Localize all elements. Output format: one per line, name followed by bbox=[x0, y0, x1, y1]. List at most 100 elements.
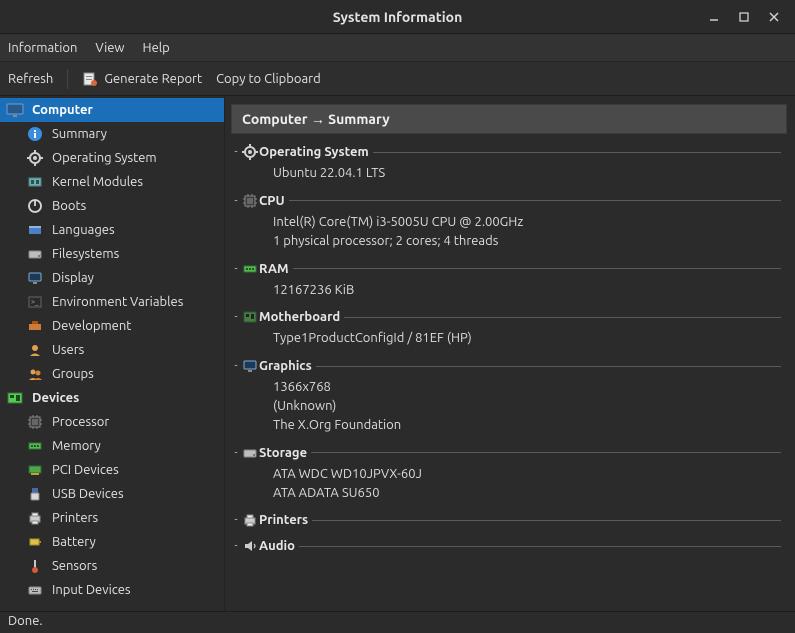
expander-icon[interactable]: - bbox=[231, 447, 241, 459]
sidebar-item-label: Development bbox=[52, 319, 131, 333]
sidebar-item-label: USB Devices bbox=[52, 487, 124, 501]
section-title: Storage bbox=[259, 446, 307, 460]
section-header[interactable]: - Printers bbox=[231, 512, 787, 528]
copy-clipboard-button[interactable]: Copy to Clipboard bbox=[216, 72, 321, 86]
disk-icon bbox=[26, 246, 44, 262]
section-value: 1366x768 bbox=[273, 378, 787, 397]
flag-icon bbox=[26, 222, 44, 238]
main-panel[interactable]: Computer → Summary - Operating System Ub… bbox=[225, 96, 795, 611]
section-value: (Unknown) bbox=[273, 397, 787, 416]
ram-icon bbox=[26, 438, 44, 454]
status-text: Done. bbox=[8, 614, 43, 628]
sidebar-item-groups[interactable]: Groups bbox=[0, 362, 224, 386]
minimize-icon bbox=[709, 12, 719, 22]
sidebar-item-usb-devices[interactable]: USB Devices bbox=[0, 482, 224, 506]
sidebar-item-input-devices[interactable]: Input Devices bbox=[0, 578, 224, 602]
section-value: 12167236 KiB bbox=[273, 281, 787, 300]
expander-icon[interactable]: - bbox=[231, 540, 241, 552]
expander-icon[interactable]: - bbox=[231, 263, 241, 275]
sidebar-item-printers[interactable]: Printers bbox=[0, 506, 224, 530]
close-button[interactable] bbox=[759, 3, 789, 31]
menu-information[interactable]: Information bbox=[8, 41, 77, 55]
copy-clipboard-label: Copy to Clipboard bbox=[216, 72, 321, 86]
sidebar-item-boots[interactable]: Boots bbox=[0, 194, 224, 218]
section-value: ATA WDC WD10JPVX-60J bbox=[273, 465, 787, 484]
refresh-button[interactable]: Refresh bbox=[8, 72, 53, 86]
sidebar-item-operating-system[interactable]: Operating System bbox=[0, 146, 224, 170]
section-header[interactable]: - Operating System bbox=[231, 144, 787, 160]
expander-icon[interactable]: - bbox=[231, 514, 241, 526]
sidebar-item-label: Operating System bbox=[52, 151, 157, 165]
section-body: 12167236 KiB bbox=[231, 281, 787, 300]
section-title: Graphics bbox=[259, 359, 312, 373]
sidebar[interactable]: Computer Summary Operating System Kernel Mo… bbox=[0, 96, 225, 611]
section-header[interactable]: - Storage bbox=[231, 445, 787, 461]
content-area: Computer Summary Operating System Kernel Mo… bbox=[0, 96, 795, 611]
sidebar-item-label: Users bbox=[52, 343, 84, 357]
printer-icon bbox=[26, 510, 44, 526]
section-body: Ubuntu 22.04.1 LTS bbox=[231, 164, 787, 183]
pci-icon bbox=[26, 462, 44, 478]
section-header[interactable]: - CPU bbox=[231, 193, 787, 209]
generate-report-label: Generate Report bbox=[104, 72, 202, 86]
section-header[interactable]: - Audio bbox=[231, 538, 787, 554]
sidebar-item-battery[interactable]: Battery bbox=[0, 530, 224, 554]
expander-icon[interactable]: - bbox=[231, 195, 241, 207]
section-audio: - Audio bbox=[231, 538, 787, 554]
sidebar-item-label: Groups bbox=[52, 367, 94, 381]
section-motherboard: - Motherboard Type1ProductConfigId / 81E… bbox=[231, 309, 787, 348]
sidebar-item-label: Environment Variables bbox=[52, 295, 183, 309]
cpu-icon bbox=[26, 414, 44, 430]
sidebar-item-processor[interactable]: Processor bbox=[0, 410, 224, 434]
sidebar-item-development[interactable]: Development bbox=[0, 314, 224, 338]
sidebar-item-label: Summary bbox=[52, 127, 107, 141]
toolbar: Refresh Generate Report Copy to Clipboar… bbox=[0, 62, 795, 96]
sidebar-item-display[interactable]: Display bbox=[0, 266, 224, 290]
sidebar-item-filesystems[interactable]: Filesystems bbox=[0, 242, 224, 266]
section-value: ATA ADATA SU650 bbox=[273, 484, 787, 503]
sidebar-item-label: Kernel Modules bbox=[52, 175, 143, 189]
sidebar-item-label: Filesystems bbox=[52, 247, 119, 261]
monitor-cat-icon bbox=[6, 102, 24, 118]
section-title: Printers bbox=[259, 513, 308, 527]
audio-icon bbox=[241, 538, 259, 554]
section-title: Motherboard bbox=[259, 310, 340, 324]
report-icon bbox=[82, 71, 98, 87]
expander-icon[interactable]: - bbox=[231, 360, 241, 372]
menu-view[interactable]: View bbox=[95, 41, 124, 55]
breadcrumb: Computer → Summary bbox=[231, 104, 787, 134]
refresh-label: Refresh bbox=[8, 72, 53, 86]
sidebar-item-pci-devices[interactable]: PCI Devices bbox=[0, 458, 224, 482]
sidebar-item-environment-variables[interactable]: >_Environment Variables bbox=[0, 290, 224, 314]
sidebar-category-computer[interactable]: Computer bbox=[0, 98, 224, 122]
section-body: 1366x768(Unknown)The X.Org Foundation bbox=[231, 378, 787, 435]
expander-icon[interactable]: - bbox=[231, 146, 241, 158]
generate-report-button[interactable]: Generate Report bbox=[82, 71, 202, 87]
info-icon bbox=[26, 126, 44, 142]
modules-icon bbox=[26, 174, 44, 190]
display-icon bbox=[241, 358, 259, 374]
menu-help[interactable]: Help bbox=[143, 41, 170, 55]
battery-icon bbox=[26, 534, 44, 550]
section-header[interactable]: - Graphics bbox=[231, 358, 787, 374]
sidebar-item-label: Processor bbox=[52, 415, 109, 429]
sections-container: - Operating System Ubuntu 22.04.1 LTS - … bbox=[231, 144, 787, 554]
groups-icon bbox=[26, 366, 44, 382]
sidebar-category-devices[interactable]: Devices bbox=[0, 386, 224, 410]
window-title: System Information bbox=[333, 9, 463, 25]
category-label: Computer bbox=[32, 103, 93, 117]
sidebar-item-users[interactable]: Users bbox=[0, 338, 224, 362]
sidebar-item-summary[interactable]: Summary bbox=[0, 122, 224, 146]
section-header[interactable]: - RAM bbox=[231, 261, 787, 277]
sidebar-item-memory[interactable]: Memory bbox=[0, 434, 224, 458]
section-body: ATA WDC WD10JPVX-60JATA ADATA SU650 bbox=[231, 465, 787, 503]
maximize-button[interactable] bbox=[729, 3, 759, 31]
sidebar-item-sensors[interactable]: Sensors bbox=[0, 554, 224, 578]
section-header[interactable]: - Motherboard bbox=[231, 309, 787, 325]
gear-icon bbox=[241, 144, 259, 160]
minimize-button[interactable] bbox=[699, 3, 729, 31]
expander-icon[interactable]: - bbox=[231, 311, 241, 323]
sidebar-item-label: Input Devices bbox=[52, 583, 131, 597]
sidebar-item-kernel-modules[interactable]: Kernel Modules bbox=[0, 170, 224, 194]
sidebar-item-languages[interactable]: Languages bbox=[0, 218, 224, 242]
